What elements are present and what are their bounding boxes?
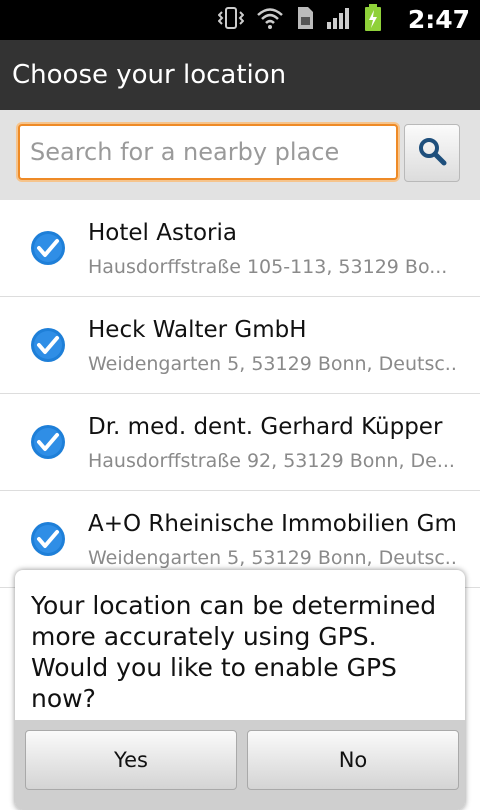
- search-area: [0, 110, 480, 201]
- signal-icon: [326, 6, 352, 34]
- checkmark-icon: [30, 424, 66, 460]
- wifi-icon: [256, 6, 284, 34]
- title-bar: Choose your location: [0, 40, 480, 110]
- checkmark-icon: [30, 230, 66, 266]
- no-button[interactable]: No: [247, 730, 459, 790]
- place-name: Hotel Astoria: [88, 220, 237, 246]
- list-item[interactable]: Heck Walter GmbH Weidengarten 5, 53129 B…: [0, 297, 480, 394]
- vibrate-icon: [217, 6, 245, 34]
- place-name: Dr. med. dent. Gerhard Küpper: [88, 414, 443, 440]
- status-icons: [217, 4, 382, 36]
- page-title: Choose your location: [12, 60, 287, 90]
- list-item[interactable]: Dr. med. dent. Gerhard Küpper Hausdorffs…: [0, 394, 480, 491]
- gps-dialog: Your location can be determined more acc…: [15, 570, 465, 810]
- list-item[interactable]: Hotel Astoria Hausdorffstraße 105-113, 5…: [0, 200, 480, 297]
- dialog-message: Your location can be determined more acc…: [31, 591, 437, 713]
- status-time: 2:47: [407, 5, 470, 34]
- place-address: Weidengarten 5, 53129 Bonn, Deutsc...: [88, 547, 458, 569]
- dialog-button-bar: Yes No: [15, 720, 465, 810]
- search-icon: [417, 136, 447, 170]
- search-button[interactable]: [404, 124, 460, 182]
- place-address: Hausdorffstraße 105-113, 53129 Bo...: [88, 256, 448, 278]
- place-name: Heck Walter GmbH: [88, 317, 307, 343]
- place-address: Weidengarten 5, 53129 Bonn, Deutsc...: [88, 353, 458, 375]
- place-name: A+O Rheinische Immobilien Gm...: [88, 511, 458, 537]
- place-list: Hotel Astoria Hausdorffstraße 105-113, 5…: [0, 200, 480, 588]
- sim-card-icon: [296, 6, 314, 34]
- yes-button[interactable]: Yes: [25, 730, 237, 790]
- search-input[interactable]: [18, 124, 398, 180]
- status-bar: 2:47: [0, 0, 480, 40]
- checkmark-icon: [30, 327, 66, 363]
- battery-charging-icon: [364, 4, 382, 36]
- place-address: Hausdorffstraße 92, 53129 Bonn, De...: [88, 450, 455, 472]
- checkmark-icon: [30, 521, 66, 557]
